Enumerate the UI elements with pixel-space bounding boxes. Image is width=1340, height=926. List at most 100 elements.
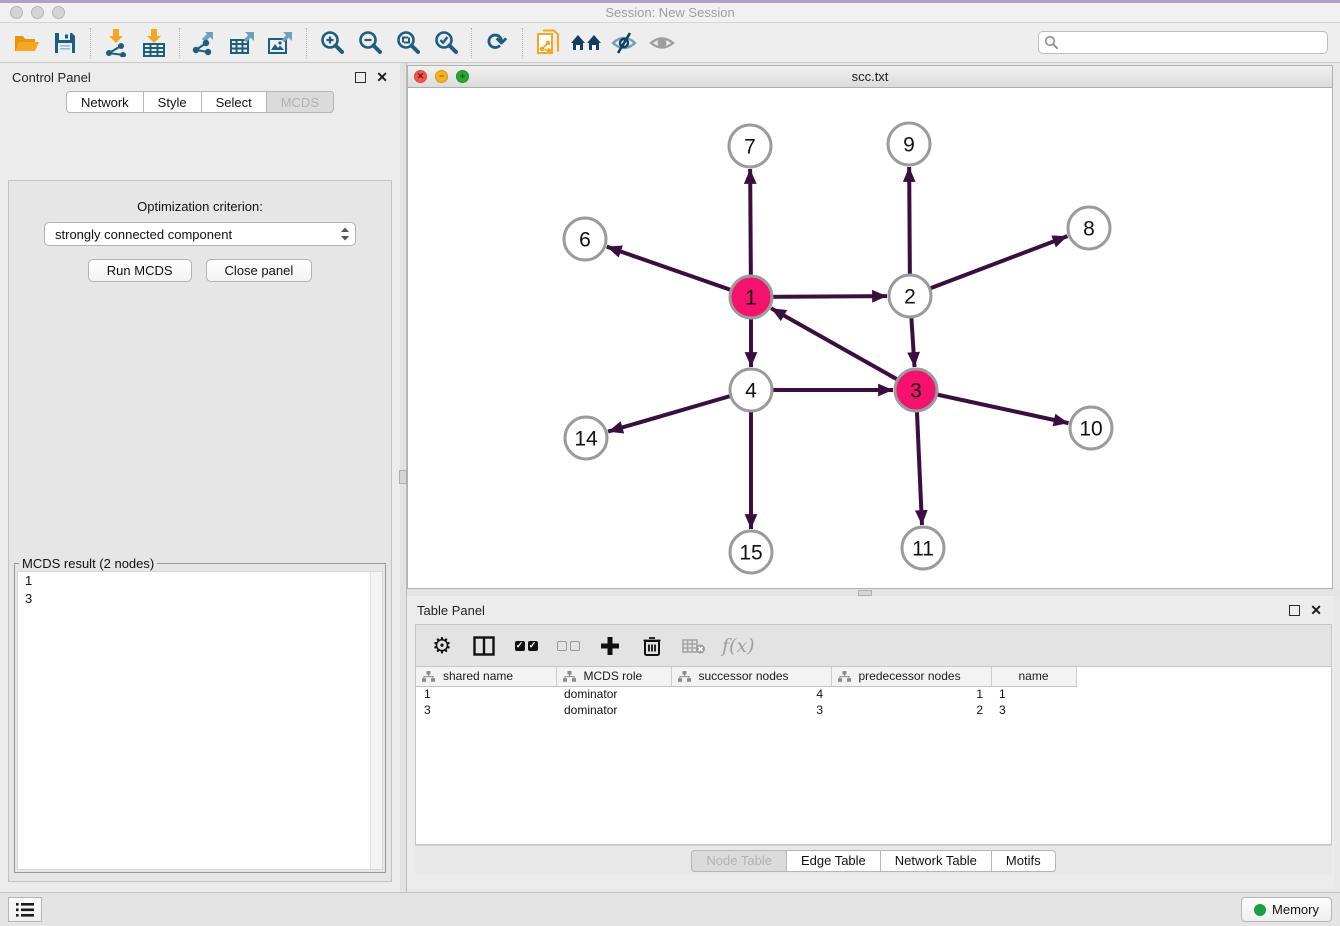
optimization-criterion-label: Optimization criterion: xyxy=(9,199,391,214)
node-table[interactable]: shared name MCDS role successor nodes pr… xyxy=(415,666,1332,845)
hide-all-columns-icon[interactable] xyxy=(554,632,582,660)
graph-node-label: 8 xyxy=(1083,218,1095,241)
show-all-networks-icon[interactable] xyxy=(567,27,605,59)
import-network-icon[interactable] xyxy=(97,27,135,59)
table-row[interactable]: 3 dominator 3 2 3 xyxy=(416,702,1076,718)
cell-mcds-role[interactable]: dominator xyxy=(556,686,671,702)
cell-name[interactable]: 1 xyxy=(991,686,1076,702)
column-header-shared-name[interactable]: shared name xyxy=(416,667,556,686)
hide-graphics-details-icon[interactable] xyxy=(605,27,643,59)
tab-motifs[interactable]: Motifs xyxy=(992,850,1056,872)
cell-shared-name[interactable]: 1 xyxy=(416,686,556,702)
graph-node-label: 1 xyxy=(745,287,757,310)
zoom-in-icon[interactable] xyxy=(313,27,351,59)
close-panel-icon[interactable]: ✕ xyxy=(376,70,388,84)
graph-node-11[interactable]: 11 xyxy=(902,527,944,569)
delete-table-icon[interactable] xyxy=(680,632,708,660)
control-panel-header: Control Panel ✕ xyxy=(0,63,400,91)
namespace-icon xyxy=(422,671,435,682)
graph-edge-1-6[interactable] xyxy=(607,247,751,297)
network-window-title: scc.txt xyxy=(408,69,1332,84)
cell-successor-nodes[interactable]: 4 xyxy=(671,686,831,702)
edge-layer xyxy=(607,167,1069,529)
refresh-view-icon[interactable]: ⟳ xyxy=(478,27,516,59)
cell-predecessor-nodes[interactable]: 1 xyxy=(831,686,991,702)
mcds-result-list[interactable]: 1 3 xyxy=(17,571,383,870)
namespace-icon xyxy=(838,671,851,682)
column-header-mcds-role[interactable]: MCDS role xyxy=(556,667,671,686)
task-history-button[interactable] xyxy=(8,897,42,922)
open-session-icon[interactable] xyxy=(8,27,46,59)
export-network-icon[interactable] xyxy=(186,27,224,59)
table-panel-title: Table Panel xyxy=(417,603,485,618)
column-header-successor-nodes[interactable]: successor nodes xyxy=(671,667,831,686)
graph-node-1[interactable]: 1 xyxy=(730,276,772,318)
result-scrollbar[interactable] xyxy=(370,572,382,869)
network-window-titlebar[interactable]: ✕ − + scc.txt xyxy=(408,66,1332,88)
cell-successor-nodes[interactable]: 3 xyxy=(671,702,831,718)
vertical-splitter-handle[interactable] xyxy=(399,470,407,484)
table-row[interactable]: 1 dominator 4 1 1 xyxy=(416,686,1076,702)
search-input[interactable] xyxy=(1038,31,1328,54)
graph-node-6[interactable]: 6 xyxy=(564,218,606,260)
run-mcds-button[interactable]: Run MCDS xyxy=(88,259,192,282)
graph-node-3[interactable]: 3 xyxy=(895,369,937,411)
cell-name[interactable]: 3 xyxy=(991,702,1076,718)
tab-mcds[interactable]: MCDS xyxy=(267,91,334,113)
tab-network[interactable]: Network xyxy=(66,91,144,113)
tab-node-table[interactable]: Node Table xyxy=(691,850,787,872)
memory-status-icon xyxy=(1254,904,1266,916)
horizontal-splitter[interactable] xyxy=(407,589,1340,596)
show-all-columns-icon[interactable]: ✓✓ xyxy=(512,632,540,660)
cell-mcds-role[interactable]: dominator xyxy=(556,702,671,718)
tab-select[interactable]: Select xyxy=(202,91,267,113)
graph-edge-2-8[interactable] xyxy=(910,236,1067,296)
tab-network-table[interactable]: Network Table xyxy=(881,850,992,872)
zoom-selected-icon[interactable] xyxy=(427,27,465,59)
graph-node-8[interactable]: 8 xyxy=(1068,207,1110,249)
graph-node-2[interactable]: 2 xyxy=(889,275,931,317)
graph-node-7[interactable]: 7 xyxy=(729,125,771,167)
float-panel-icon[interactable] xyxy=(355,72,366,83)
network-canvas[interactable]: 7 9 6 8 1 2 4 3 14 10 15 11 xyxy=(408,88,1332,588)
toolbar-separator xyxy=(306,28,307,58)
delete-columns-icon[interactable] xyxy=(638,632,666,660)
import-table-icon[interactable] xyxy=(135,27,173,59)
close-network-button[interactable]: ✕ xyxy=(414,70,427,83)
column-header-predecessor-nodes[interactable]: predecessor nodes xyxy=(831,667,991,686)
graph-node-label: 4 xyxy=(745,380,757,403)
export-table-icon[interactable] xyxy=(224,27,262,59)
graph-node-9[interactable]: 9 xyxy=(888,123,930,165)
table-header-row: shared name MCDS role successor nodes pr… xyxy=(416,667,1076,686)
clone-network-icon[interactable] xyxy=(529,27,567,59)
optimization-criterion-select[interactable]: strongly connected component xyxy=(44,222,356,246)
tab-edge-table[interactable]: Edge Table xyxy=(787,850,881,872)
close-panel-button[interactable]: Close panel xyxy=(206,259,313,282)
tab-style[interactable]: Style xyxy=(144,91,202,113)
export-image-icon[interactable] xyxy=(262,27,300,59)
toolbar-separator xyxy=(471,28,472,58)
zoom-out-icon[interactable] xyxy=(351,27,389,59)
column-settings-icon[interactable]: ⚙ xyxy=(428,632,456,660)
function-builder-icon[interactable]: f(x) xyxy=(722,632,755,660)
zoom-fit-icon[interactable] xyxy=(389,27,427,59)
add-column-icon[interactable] xyxy=(596,632,624,660)
graph-edge-3-1[interactable] xyxy=(771,308,916,390)
graph-node-14[interactable]: 14 xyxy=(565,417,607,459)
close-table-panel-icon[interactable]: ✕ xyxy=(1310,603,1322,617)
graph-node-10[interactable]: 10 xyxy=(1070,407,1112,449)
graph-edge-3-10[interactable] xyxy=(916,390,1069,423)
split-panel-icon[interactable] xyxy=(470,632,498,660)
graph-node-4[interactable]: 4 xyxy=(730,369,772,411)
memory-button[interactable]: Memory xyxy=(1241,897,1332,922)
float-table-panel-icon[interactable] xyxy=(1289,605,1300,616)
show-graphics-details-icon[interactable] xyxy=(643,27,681,59)
minimize-network-button[interactable]: − xyxy=(435,70,448,83)
save-session-icon[interactable] xyxy=(46,27,84,59)
column-header-name[interactable]: name xyxy=(991,667,1076,686)
cell-predecessor-nodes[interactable]: 2 xyxy=(831,702,991,718)
main-toolbar: ⟳ xyxy=(0,23,1340,63)
maximize-network-button[interactable]: + xyxy=(456,70,469,83)
graph-node-15[interactable]: 15 xyxy=(730,531,772,573)
cell-shared-name[interactable]: 3 xyxy=(416,702,556,718)
